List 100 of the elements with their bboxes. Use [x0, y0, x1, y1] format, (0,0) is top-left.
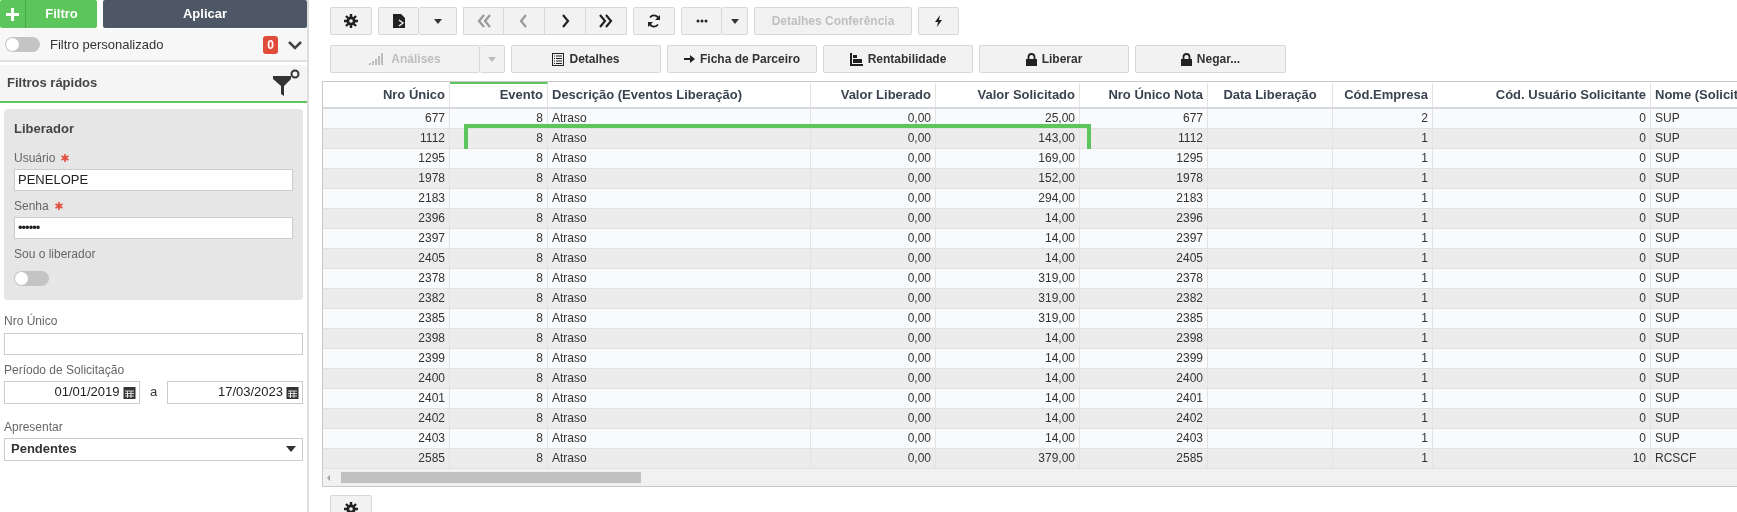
- table-cell: SUP: [1655, 331, 1680, 345]
- table-cell: 2585: [418, 451, 445, 465]
- table-cell: 143,00: [1038, 131, 1075, 145]
- action-button[interactable]: Liberar: [979, 45, 1129, 73]
- table-cell: 2398: [418, 331, 445, 345]
- table-cell: 0,00: [907, 211, 931, 225]
- table-cell: 1: [1421, 191, 1428, 205]
- action-button[interactable]: Negar...: [1135, 45, 1286, 73]
- filter-label: Filtro personalizado: [50, 35, 165, 54]
- table-cell: Atraso: [552, 131, 587, 145]
- next-button[interactable]: [545, 7, 586, 35]
- scrollbar-thumb[interactable]: [341, 472, 641, 483]
- dropdown-button[interactable]: [722, 7, 748, 35]
- column-header[interactable]: Data Liberação: [1208, 82, 1333, 107]
- table-cell: 1: [1421, 411, 1428, 425]
- scrollbar[interactable]: [323, 469, 1737, 486]
- table-cell: SUP: [1655, 111, 1680, 125]
- action-button[interactable]: Detalhes: [511, 45, 661, 73]
- action-button[interactable]: Ficha de Parceiro: [667, 45, 817, 73]
- table-cell: 1978: [1176, 171, 1203, 185]
- table-cell: 25,00: [1044, 111, 1075, 125]
- column-header[interactable]: Descrição (Eventos Liberação): [548, 82, 811, 107]
- table-cell: 8: [536, 311, 543, 325]
- table-cell: Atraso: [552, 231, 587, 245]
- table-cell: 0,00: [907, 331, 931, 345]
- count-badge: 0: [263, 35, 278, 54]
- table-cell: 1295: [1176, 151, 1203, 165]
- section-title: Filtros rápidos: [7, 74, 98, 93]
- column-header[interactable]: Cód. Usuário Solicitante: [1433, 82, 1651, 107]
- table-cell: 1: [1421, 151, 1428, 165]
- table-cell: 2401: [1176, 391, 1203, 405]
- refresh-button[interactable]: [633, 7, 675, 35]
- document-icon: [392, 14, 405, 28]
- action-button[interactable]: [918, 7, 959, 35]
- settings-icon: [344, 14, 358, 28]
- table-cell: 2402: [1176, 411, 1203, 425]
- table-cell: 2183: [1176, 191, 1203, 205]
- table-cell: 2405: [1176, 251, 1203, 265]
- caret-down-icon: [286, 446, 296, 452]
- table-cell: 0: [1639, 251, 1646, 265]
- input-field[interactable]: PENELOPE: [14, 168, 293, 191]
- action-button[interactable]: Rentabilidade: [823, 45, 973, 73]
- table-cell: Atraso: [552, 451, 587, 465]
- table-cell: 0,00: [907, 391, 931, 405]
- caret-down-icon: [433, 18, 442, 24]
- table-cell: 0,00: [907, 291, 931, 305]
- table-cell: 0: [1639, 311, 1646, 325]
- table-cell: 0,00: [907, 131, 931, 145]
- date-field[interactable]: 17/03/2023: [167, 380, 303, 404]
- export-button[interactable]: [378, 7, 419, 35]
- table-cell: 319,00: [1038, 271, 1075, 285]
- table-cell: Atraso: [552, 431, 587, 445]
- table-cell: Atraso: [552, 251, 587, 265]
- table-cell: 2400: [418, 371, 445, 385]
- table-cell: 1: [1421, 131, 1428, 145]
- table-cell: 0: [1639, 171, 1646, 185]
- lock-icon: [1180, 52, 1192, 66]
- table-cell: 0: [1639, 411, 1646, 425]
- column-header[interactable]: Cód.Empresa: [1333, 82, 1433, 107]
- table-cell: 677: [424, 111, 445, 125]
- table-cell: 2401: [418, 391, 445, 405]
- table-cell: SUP: [1655, 251, 1680, 265]
- table-cell: SUP: [1655, 431, 1680, 445]
- table-cell: 2183: [418, 191, 445, 205]
- table-cell: 319,00: [1038, 291, 1075, 305]
- field-label: Período de Solicitação: [4, 361, 126, 379]
- last-page-button[interactable]: [586, 7, 627, 35]
- table-cell: 152,00: [1038, 171, 1075, 185]
- table-cell: SUP: [1655, 371, 1680, 385]
- table-cell: 8: [536, 351, 543, 365]
- table-cell: 0,00: [907, 251, 931, 265]
- select-field[interactable]: Pendentes: [4, 437, 303, 461]
- table-cell: 0,00: [907, 431, 931, 445]
- table-cell: 2385: [418, 311, 445, 325]
- table-cell: Atraso: [552, 371, 587, 385]
- table-cell: 8: [536, 131, 543, 145]
- column-header[interactable]: Nro Único Nota: [1080, 82, 1208, 107]
- toggle-switch[interactable]: [14, 270, 49, 286]
- table-cell: 1: [1421, 331, 1428, 345]
- table-cell: 0: [1639, 231, 1646, 245]
- settings-button[interactable]: [330, 7, 372, 35]
- input-field[interactable]: [4, 332, 303, 355]
- column-header[interactable]: Nro Único: [323, 82, 450, 107]
- field-label: Apresentar: [4, 418, 64, 436]
- first-page-button[interactable]: [463, 7, 504, 35]
- table-cell: 0: [1639, 371, 1646, 385]
- table-cell: 1112: [420, 131, 445, 145]
- input-field[interactable]: ••••••: [14, 216, 293, 239]
- refresh-icon: [647, 14, 661, 28]
- apply-button[interactable]: Aplicar: [103, 0, 307, 28]
- column-header[interactable]: Nome (Solicit: [1651, 82, 1737, 107]
- table-cell: 2585: [1176, 451, 1203, 465]
- column-header[interactable]: Valor Solicitado: [936, 82, 1080, 107]
- toggle-switch[interactable]: [5, 37, 40, 52]
- lock-icon: [1025, 52, 1037, 66]
- date-field[interactable]: 01/01/2019: [4, 380, 140, 404]
- column-header[interactable]: Valor Liberado: [811, 82, 936, 107]
- table-cell: 2397: [1176, 231, 1203, 245]
- column-header[interactable]: Evento: [450, 82, 548, 107]
- table-cell: 1: [1421, 211, 1428, 225]
